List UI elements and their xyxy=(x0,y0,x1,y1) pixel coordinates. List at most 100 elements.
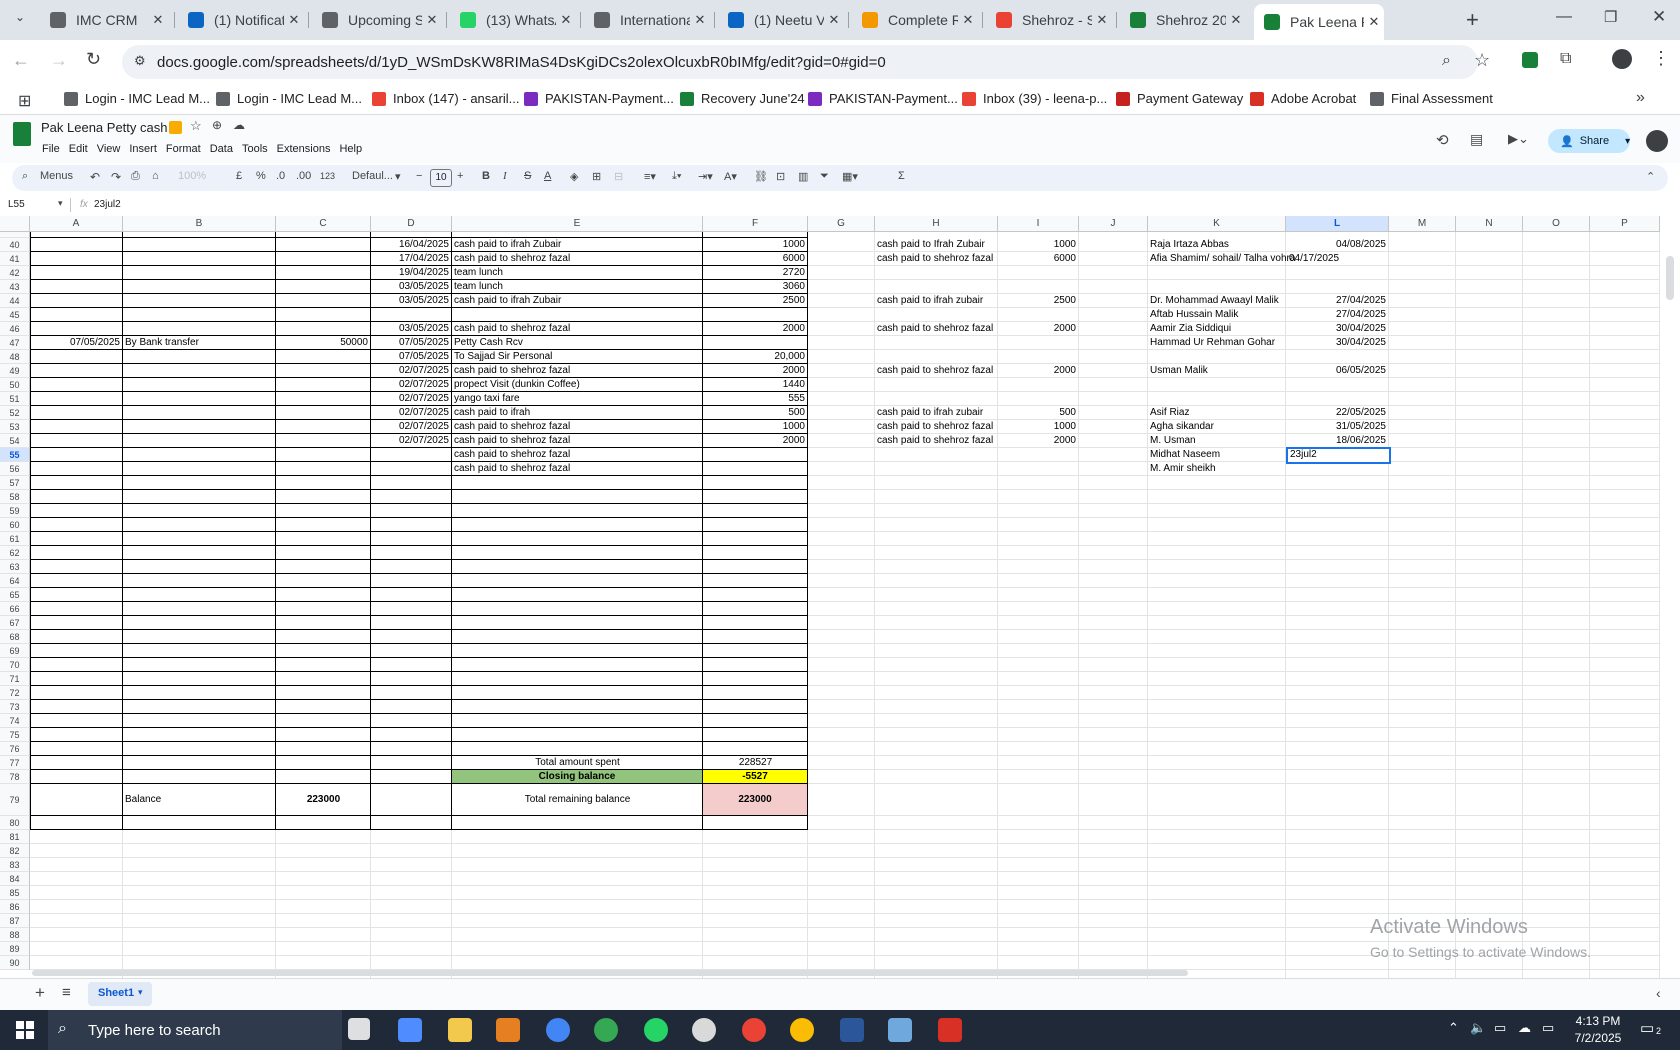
bookmark-item[interactable]: Payment Gateway xyxy=(1116,91,1243,106)
bookmark-item[interactable]: Adobe Acrobat xyxy=(1250,91,1356,106)
word-icon[interactable] xyxy=(840,1018,864,1042)
cell-H46[interactable]: cash paid to shehroz fazal xyxy=(877,322,995,336)
row-header-86[interactable]: 86 xyxy=(0,900,30,914)
font-select-chevron-icon[interactable]: ▾ xyxy=(395,170,401,183)
fill-color-icon[interactable]: ◈ xyxy=(570,170,578,183)
total-remaining-value[interactable]: 223000 xyxy=(703,784,807,815)
column-header-F[interactable]: F xyxy=(703,216,808,232)
cell-F50[interactable]: 1440 xyxy=(705,378,805,392)
bookmark-item[interactable]: Login - IMC Lead M... xyxy=(216,91,362,106)
cell-K52[interactable]: Asif Riaz xyxy=(1150,406,1283,420)
row-header-59[interactable]: 59 xyxy=(0,504,30,518)
app-icon-orange[interactable] xyxy=(496,1018,520,1042)
column-header-K[interactable]: K xyxy=(1148,216,1286,232)
cell-L54[interactable]: 18/06/2025 xyxy=(1288,434,1386,448)
row-header-46[interactable]: 46 xyxy=(0,322,30,336)
row-header-89[interactable]: 89 xyxy=(0,942,30,956)
row-header-70[interactable]: 70 xyxy=(0,658,30,672)
cell-I41[interactable]: 6000 xyxy=(1000,252,1076,266)
closing-balance-value[interactable]: -5527 xyxy=(703,770,807,783)
tab-close-icon[interactable]: ✕ xyxy=(422,12,442,28)
text-rotation-icon[interactable]: A▾ xyxy=(724,170,737,183)
zoom-select[interactable]: 100% xyxy=(178,170,206,182)
row-header-62[interactable]: 62 xyxy=(0,546,30,560)
chrome-alt-icon[interactable] xyxy=(742,1018,766,1042)
cell-E54[interactable]: cash paid to shehroz fazal xyxy=(454,434,700,448)
bookmark-item[interactable]: Inbox (39) - leena-p... xyxy=(962,91,1107,106)
menu-extensions[interactable]: Extensions xyxy=(277,143,338,155)
cell-D53[interactable]: 02/07/2025 xyxy=(373,420,449,434)
cell-H44[interactable]: cash paid to ifrah zubair xyxy=(877,294,995,308)
font-select[interactable]: Defaul... xyxy=(352,170,393,182)
tab-close-icon[interactable]: ✕ xyxy=(824,12,844,28)
total-remaining-label[interactable]: Total remaining balance xyxy=(452,793,703,807)
notepad-icon[interactable] xyxy=(888,1018,912,1042)
cell-L40[interactable]: 04/08/2025 xyxy=(1288,238,1386,252)
menu-insert[interactable]: Insert xyxy=(129,143,164,155)
column-header-G[interactable]: G xyxy=(808,216,875,232)
menu-help[interactable]: Help xyxy=(339,143,369,155)
browser-tab-9[interactable]: Shehroz 2025✕ xyxy=(1120,6,1246,34)
more-bookmarks-icon[interactable]: » xyxy=(1636,89,1645,107)
active-cell-editor[interactable]: 23jul2 xyxy=(1286,447,1391,464)
tab-close-icon[interactable]: ✕ xyxy=(1226,12,1246,28)
borders-icon[interactable]: ⊞ xyxy=(592,170,601,183)
windows-start-icon[interactable] xyxy=(16,1021,34,1039)
row-header-83[interactable]: 83 xyxy=(0,858,30,872)
cell-L47[interactable]: 30/04/2025 xyxy=(1288,336,1386,350)
row-header-80[interactable]: 80 xyxy=(0,816,30,830)
cell-D54[interactable]: 02/07/2025 xyxy=(373,434,449,448)
cell-F43[interactable]: 3060 xyxy=(705,280,805,294)
browser-tab-7[interactable]: Complete Ra✕ xyxy=(852,6,978,34)
taskbar-date[interactable]: 7/2/2025 xyxy=(1568,1031,1628,1045)
name-box-dropdown-icon[interactable]: ▾ xyxy=(58,198,63,209)
row-header-85[interactable]: 85 xyxy=(0,886,30,900)
task-view-icon[interactable] xyxy=(348,1018,370,1040)
cell-E40[interactable]: cash paid to ifrah Zubair xyxy=(454,238,700,252)
row-header-45[interactable]: 45 xyxy=(0,308,30,322)
row-header-74[interactable]: 74 xyxy=(0,714,30,728)
bookmark-item[interactable]: Final Assessment xyxy=(1370,91,1493,106)
cell-K49[interactable]: Usman Malik xyxy=(1150,364,1283,378)
font-size-input[interactable]: 10 xyxy=(430,169,452,187)
cell-I40[interactable]: 1000 xyxy=(1000,238,1076,252)
cell-F42[interactable]: 2720 xyxy=(705,266,805,280)
cell-H54[interactable]: cash paid to shehroz fazal xyxy=(877,434,995,448)
total-spent-label[interactable]: Total amount spent xyxy=(452,756,703,770)
cell-K40[interactable]: Raja Irtaza Abbas xyxy=(1150,238,1283,252)
menu-tools[interactable]: Tools xyxy=(242,143,275,155)
cell-E52[interactable]: cash paid to ifrah xyxy=(454,406,700,420)
horizontal-scrollbar-thumb[interactable] xyxy=(32,970,1188,976)
all-sheets-icon[interactable]: ≡ xyxy=(62,984,71,1001)
balance-label[interactable]: Balance xyxy=(125,793,161,807)
row-header-66[interactable]: 66 xyxy=(0,602,30,616)
row-header-67[interactable]: 67 xyxy=(0,616,30,630)
tab-close-icon[interactable]: ✕ xyxy=(148,12,168,28)
decrease-decimal-button[interactable]: .0 xyxy=(276,170,285,182)
cell-E44[interactable]: cash paid to ifrah Zubair xyxy=(454,294,700,308)
cell-L52[interactable]: 22/05/2025 xyxy=(1288,406,1386,420)
menu-data[interactable]: Data xyxy=(210,143,240,155)
percent-format-button[interactable]: % xyxy=(256,170,266,182)
cell-D41[interactable]: 17/04/2025 xyxy=(373,252,449,266)
filter-views-icon[interactable]: ▦▾ xyxy=(842,170,858,183)
taskbar-search-box[interactable]: ⌕ Type here to search xyxy=(48,1010,342,1050)
row-header-50[interactable]: 50 xyxy=(0,378,30,392)
browser-tab-10[interactable]: Pak Leena Pe✕ xyxy=(1254,4,1384,40)
cell-L46[interactable]: 30/04/2025 xyxy=(1288,322,1386,336)
row-header-75[interactable]: 75 xyxy=(0,728,30,742)
italic-button[interactable]: I xyxy=(503,170,507,182)
cell-E46[interactable]: cash paid to shehroz fazal xyxy=(454,322,700,336)
bold-button[interactable]: B xyxy=(482,170,490,182)
cell-K41[interactable]: Afia Shamim/ sohail/ Talha vohra xyxy=(1150,252,1295,266)
strikethrough-button[interactable]: S xyxy=(524,170,531,182)
total-spent-value[interactable]: 228527 xyxy=(703,756,808,770)
hide-menus-chevron-icon[interactable]: ⌃ xyxy=(1646,170,1655,183)
row-header-41[interactable]: 41 xyxy=(0,252,30,266)
forward-arrow-icon[interactable]: → xyxy=(50,50,68,71)
column-header-L[interactable]: L xyxy=(1286,216,1389,232)
sheets-logo-icon[interactable] xyxy=(13,122,31,146)
cell-E47[interactable]: Petty Cash Rcv xyxy=(454,336,700,350)
browser-tab-1[interactable]: IMC CRM ✕ xyxy=(40,6,168,34)
extension-sheets-icon[interactable] xyxy=(1522,52,1538,68)
